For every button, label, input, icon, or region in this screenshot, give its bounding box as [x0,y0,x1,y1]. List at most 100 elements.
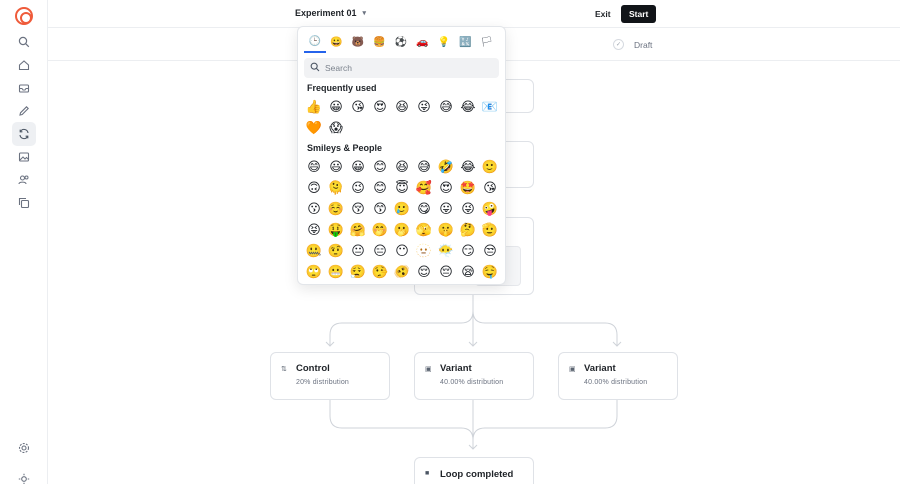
sort-icon: ⇅ [281,366,287,373]
emoji-button[interactable]: 😏 [457,241,479,262]
tab-activity-icon[interactable]: ⚽ [390,31,412,53]
loop-completed-node[interactable]: ■ Loop completed [414,457,534,484]
experiment-title-dropdown[interactable]: Experiment 01 ▾ [295,8,366,18]
app-logo-icon[interactable] [15,7,33,25]
emoji-button[interactable]: 🤐 [303,241,325,262]
emoji-button[interactable]: 🤫 [435,220,457,241]
search-icon[interactable] [14,32,34,52]
tab-travel-icon[interactable]: 🚗 [412,31,434,53]
emoji-button[interactable]: 😋 [413,199,435,220]
emoji-button[interactable]: 😐 [347,241,369,262]
emoji-button[interactable]: 😮‍💨 [347,262,369,283]
emoji-button[interactable]: 😊 [369,157,391,178]
home-icon[interactable] [14,55,34,75]
emoji-button[interactable]: 😆 [391,157,413,178]
users-icon[interactable] [14,170,34,190]
emoji-button[interactable]: 🥰 [413,178,435,199]
status-label: Draft [634,39,653,50]
emoji-button[interactable]: 🤥 [369,262,391,283]
emoji-button[interactable]: 😛 [435,199,457,220]
emoji-category-tabs: 🕒 😀 🐻 🍔 ⚽ 🚗 💡 🔣 🏳 [304,31,499,53]
emoji-button[interactable]: 🫡 [479,220,501,241]
emoji-button[interactable]: 🫨 [391,262,413,283]
emoji-button[interactable]: 😝 [303,220,325,241]
emoji-button[interactable]: 😍 [369,97,391,118]
emoji-button[interactable]: 😉 [347,178,369,199]
tab-recent-icon[interactable]: 🕒 [304,31,326,53]
emoji-button[interactable]: 🫥 [413,241,435,262]
emoji-button[interactable]: 😂 [457,97,479,118]
edit-icon[interactable] [14,101,34,121]
tab-animals-icon[interactable]: 🐻 [347,31,369,53]
left-rail [0,0,48,484]
emoji-button[interactable]: 😜 [457,199,479,220]
image-icon[interactable] [14,147,34,167]
emoji-button[interactable]: 🙃 [303,178,325,199]
emoji-button[interactable]: 🙂 [479,157,501,178]
emoji-button[interactable]: 🤪 [479,199,501,220]
emoji-button[interactable]: ☺️ [325,199,347,220]
emoji-button[interactable]: 🤣 [435,157,457,178]
emoji-button[interactable]: 😗 [303,199,325,220]
emoji-button[interactable]: 🤗 [347,220,369,241]
emoji-search[interactable] [304,58,499,78]
emoji-button[interactable]: 📧 [479,97,501,118]
inbox-icon[interactable] [14,78,34,98]
tab-food-icon[interactable]: 🍔 [369,31,391,53]
emoji-button[interactable]: 🫣 [413,220,435,241]
emoji-button[interactable]: 😬 [325,262,347,283]
emoji-button[interactable]: 🤤 [479,262,501,283]
exit-button[interactable]: Exit [587,5,619,23]
emoji-button[interactable]: 😘 [347,97,369,118]
emoji-button[interactable]: 😶 [391,241,413,262]
start-button[interactable]: Start [621,5,657,23]
emoji-button[interactable]: 😙 [369,199,391,220]
emoji-button[interactable]: 🤭 [369,220,391,241]
emoji-button[interactable]: 😅 [435,97,457,118]
control-node[interactable]: ⇅ Control 20% distribution [270,352,390,400]
smileys-title: Smileys & People [307,143,383,153]
emoji-button[interactable]: 🤑 [325,220,347,241]
emoji-button[interactable]: 🤨 [325,241,347,262]
variant-node[interactable]: ▣ Variant 40.00% distribution [558,352,678,400]
frequently-used-grid: 👍 😀 😘 😍 😆 😜 😅 😂 📧 🧡 😱 [303,97,501,139]
theme-icon[interactable] [14,469,34,484]
emoji-button[interactable]: 😘 [479,178,501,199]
emoji-button[interactable]: 😍 [435,178,457,199]
emoji-button[interactable]: 😊 [369,178,391,199]
settings-icon[interactable] [14,438,34,458]
tab-flags-icon[interactable]: 🏳 [476,31,498,53]
emoji-button[interactable]: 🫢 [391,220,413,241]
emoji-button[interactable]: 😄 [303,157,325,178]
emoji-button[interactable]: 😱 [325,118,347,139]
copy-icon[interactable] [14,193,34,213]
emoji-button[interactable]: 🥲 [391,199,413,220]
emoji-button[interactable]: 😅 [413,157,435,178]
emoji-button[interactable]: 🤩 [457,178,479,199]
refresh-icon[interactable] [12,122,36,146]
emoji-button[interactable]: 🙄 [303,262,325,283]
emoji-button[interactable]: 😌 [413,262,435,283]
emoji-button[interactable]: 😜 [413,97,435,118]
emoji-button[interactable]: 😀 [325,97,347,118]
emoji-button[interactable]: 👍 [303,97,325,118]
emoji-button[interactable]: 😇 [391,178,413,199]
variant-node[interactable]: ▣ Variant 40.00% distribution [414,352,534,400]
emoji-button[interactable]: 😆 [391,97,413,118]
emoji-button[interactable]: 🫠 [325,178,347,199]
emoji-button[interactable]: 😔 [435,262,457,283]
emoji-button[interactable]: 😶‍🌫️ [435,241,457,262]
tab-objects-icon[interactable]: 💡 [433,31,455,53]
emoji-button[interactable]: 😃 [325,157,347,178]
emoji-button[interactable]: 😒 [479,241,501,262]
tab-symbols-icon[interactable]: 🔣 [455,31,477,53]
emoji-search-input[interactable] [325,63,495,73]
emoji-button[interactable]: 🧡 [303,118,325,139]
emoji-button[interactable]: 🤔 [457,220,479,241]
tab-smileys-icon[interactable]: 😀 [326,31,348,53]
emoji-button[interactable]: 😪 [457,262,479,283]
emoji-button[interactable]: 😂 [457,157,479,178]
emoji-button[interactable]: 😚 [347,199,369,220]
emoji-button[interactable]: 😑 [369,241,391,262]
emoji-button[interactable]: 😀 [347,157,369,178]
